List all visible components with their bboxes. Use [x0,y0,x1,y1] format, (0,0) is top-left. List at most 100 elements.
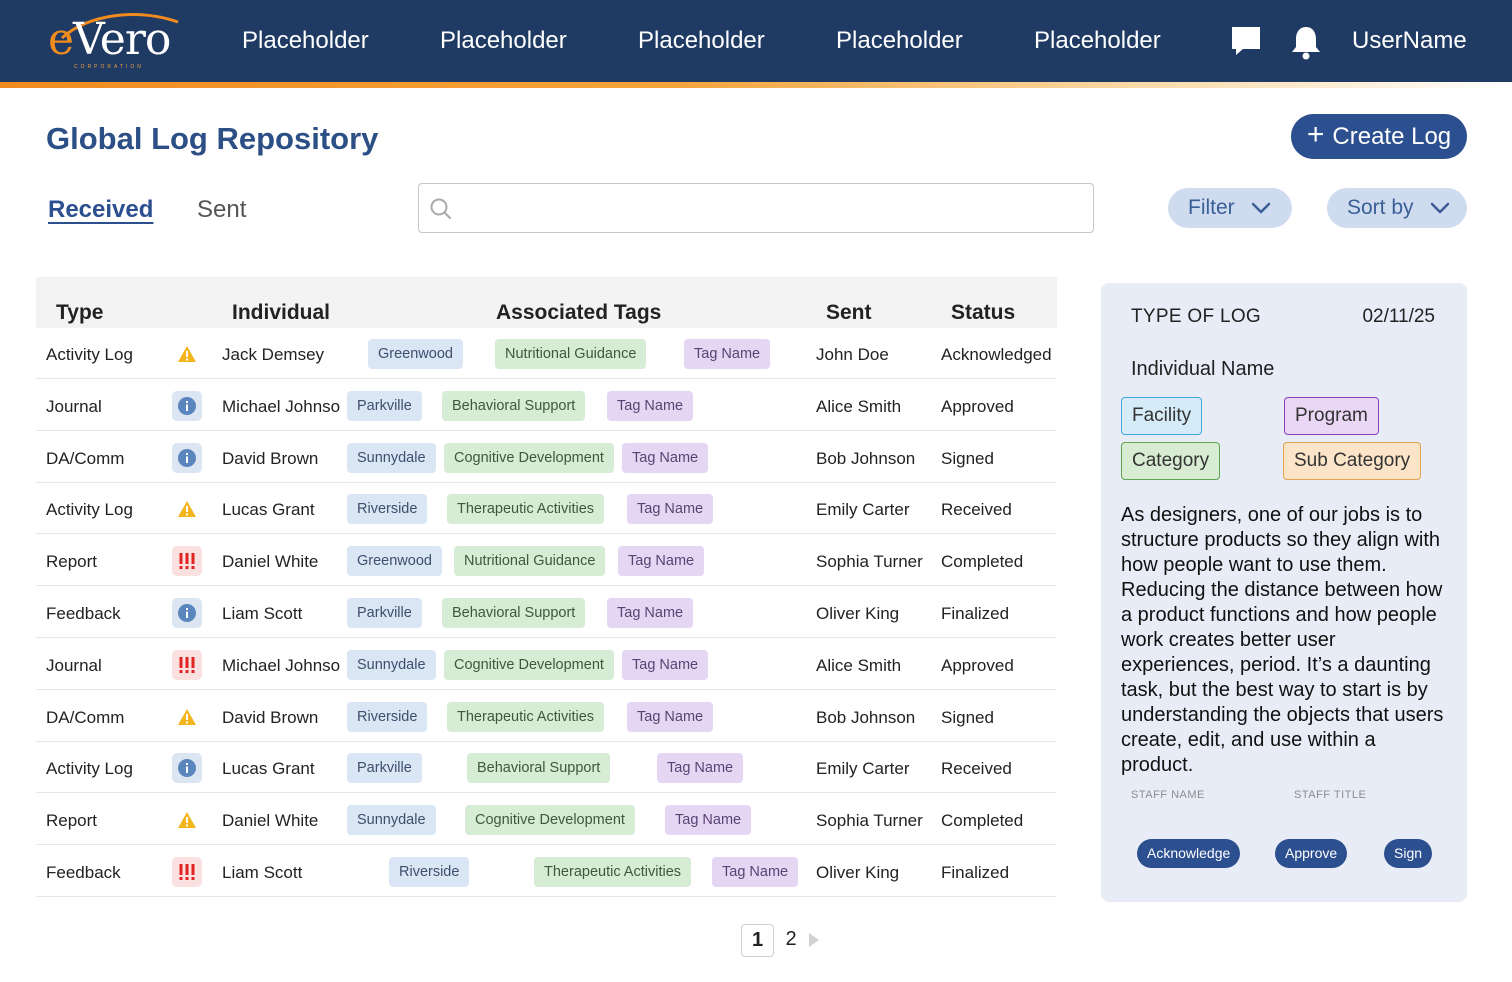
tab-sent[interactable]: Sent [197,195,246,225]
nav-item-4[interactable]: Placeholder [836,26,963,56]
table-row[interactable]: DA/Comm David Brown Sunnydale Cognitive Dev… [36,433,1056,485]
topic-tag[interactable]: Cognitive Development [465,805,635,836]
sub-category-tag[interactable]: Sub Category [1283,442,1422,480]
table-row[interactable]: Activity Log Jack Demsey Greenwood Nutritio… [36,329,1056,381]
log-type: Feedback [46,604,121,623]
name-tag[interactable]: Tag Name [665,805,752,836]
status-text: Signed [941,448,994,468]
chat-icon[interactable] [1229,24,1263,58]
location-tag[interactable]: Greenwood [347,546,442,577]
table-row[interactable]: Feedback Liam Scott Parkville Behavioral Su… [36,588,1056,640]
location-tag[interactable]: Riverside [389,857,470,887]
location-tag[interactable]: Sunnydale [347,805,436,836]
info-badge [172,442,202,473]
name-tag[interactable]: Tag Name [627,494,714,525]
name-tag[interactable]: Tag Name [622,649,709,680]
acknowledge-button[interactable]: Acknowledge [1137,839,1241,868]
column-header-type[interactable]: Type [56,301,103,325]
alert-icon [179,553,195,570]
sign-button[interactable]: Sign [1384,839,1433,868]
individual-name-cell[interactable]: David Brown [222,449,340,469]
topic-tag[interactable]: Cognitive Development [444,442,614,473]
topic-tag[interactable]: Behavioral Support [467,753,611,784]
row-divider [36,740,1056,742]
location-tag[interactable]: Parkville [347,390,422,421]
create-log-button[interactable]: + Create Log [1291,114,1467,159]
individual-name-cell[interactable]: Jack Demsey [222,345,340,365]
individual-name-cell[interactable]: Liam Scott [222,863,340,883]
individual-name-cell[interactable]: Lucas Grant [222,500,340,520]
warning-badge [172,702,202,732]
sent-by: John Doe [816,345,889,364]
name-tag[interactable]: Tag Name [627,701,714,732]
topic-tag[interactable]: Therapeutic Activities [447,494,605,525]
column-header-status[interactable]: Status [951,301,1015,325]
name-tag[interactable]: Tag Name [712,857,799,887]
column-header-sent[interactable]: Sent [826,301,872,325]
individual-name-cell[interactable]: Michael Johnson [222,656,340,676]
tab-received[interactable]: Received [48,195,153,225]
row-divider [36,481,1056,483]
individual-name-cell[interactable]: Liam Scott [222,604,340,624]
name-tag[interactable]: Tag Name [618,546,705,577]
search-box[interactable] [418,183,1094,233]
username-menu[interactable]: UserName [1352,26,1467,56]
logo-subtitle: CORPORATION [74,64,144,70]
location-tag[interactable]: Parkville [347,753,422,784]
category-tag[interactable]: Category [1121,442,1221,480]
page-2-button[interactable]: 2 [781,924,801,954]
location-tag[interactable]: Parkville [347,598,422,628]
nav-item-3[interactable]: Placeholder [638,26,765,56]
name-tag[interactable]: Tag Name [657,753,744,784]
topic-tag[interactable]: Nutritional Guidance [454,546,606,577]
next-page-icon[interactable] [808,932,820,948]
status-text: Completed [941,552,1024,572]
search-input[interactable] [459,192,1079,224]
individual-name-cell[interactable]: David Brown [222,708,340,728]
page-1-button[interactable]: 1 [741,924,774,957]
nav-item-5[interactable]: Placeholder [1034,26,1161,56]
column-header-individual[interactable]: Individual [232,301,330,325]
name-tag[interactable]: Tag Name [607,598,694,628]
table-row[interactable]: DA/Comm David Brown Riverside Therapeutic A… [36,692,1056,744]
table-row[interactable]: Activity Log Lucas Grant Parkville Behavior… [36,743,1056,795]
location-tag[interactable]: Greenwood [368,339,463,369]
column-header-tags[interactable]: Associated Tags [496,301,661,325]
facility-tag[interactable]: Facility [1121,397,1203,435]
location-tag[interactable]: Riverside [347,494,428,525]
individual-name-cell[interactable]: Daniel White [222,552,340,572]
location-tag[interactable]: Sunnydale [347,649,436,680]
table-row[interactable]: Feedback Liam Scott Riverside Therapeutic A… [36,847,1056,899]
topic-tag[interactable]: Therapeutic Activities [534,857,692,887]
topic-tag[interactable]: Behavioral Support [442,598,586,628]
topic-tag[interactable]: Nutritional Guidance [495,339,647,369]
table-row[interactable]: Journal Michael Johnson Sunnydale Cognitive… [36,640,1056,692]
topic-tag[interactable]: Therapeutic Activities [447,701,605,732]
name-tag[interactable]: Tag Name [607,390,694,421]
location-tag[interactable]: Riverside [347,701,428,732]
row-divider [36,637,1056,638]
program-tag[interactable]: Program [1284,397,1379,435]
sent-by: Oliver King [816,863,900,882]
log-type: Activity Log [46,759,133,779]
topic-tag[interactable]: Cognitive Development [444,649,614,680]
bell-icon[interactable] [1290,24,1322,60]
approve-button[interactable]: Approve [1275,839,1348,868]
nav-item-1[interactable]: Placeholder [242,26,369,56]
nav-item-2[interactable]: Placeholder [440,26,567,56]
individual-name-cell[interactable]: Michael Johnson [222,397,340,417]
name-tag[interactable]: Tag Name [622,442,709,473]
location-tag[interactable]: Sunnydale [347,442,436,473]
table-row[interactable]: Report Daniel White Sunnydale Cognitive Dev… [36,795,1056,847]
filter-button[interactable]: Filter [1168,188,1292,228]
table-row[interactable]: Report Daniel White Greenwood Nutritional G… [36,536,1056,588]
name-tag[interactable]: Tag Name [684,339,771,369]
sort-by-button[interactable]: Sort by [1327,188,1467,228]
individual-name-cell[interactable]: Lucas Grant [222,759,340,779]
individual-name-cell[interactable]: Daniel White [222,811,340,831]
evero-logo[interactable]: eVero CORPORATION [48,12,179,72]
table-row[interactable]: Journal Michael Johnson Parkville Behaviora… [36,381,1056,433]
chevron-down-icon [1251,202,1270,214]
table-row[interactable]: Activity Log Lucas Grant Riverside Therapeu… [36,484,1056,536]
topic-tag[interactable]: Behavioral Support [442,390,586,421]
